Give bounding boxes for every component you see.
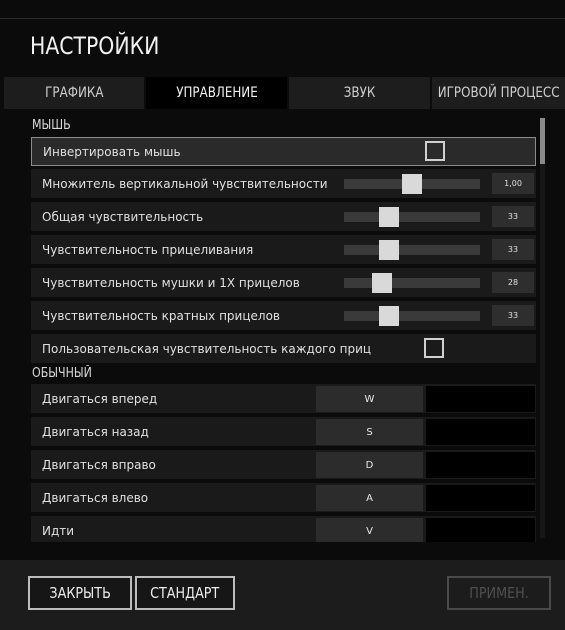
tab-controls[interactable]: УПРАВЛЕНИЕ (146, 77, 289, 109)
ironsight-sensitivity-slider[interactable] (344, 273, 480, 293)
keybind-primary[interactable]: V (316, 518, 423, 542)
keybind-primary[interactable]: W (316, 386, 423, 412)
apply-button[interactable]: ПРИМЕН. (447, 576, 551, 610)
keybind-secondary[interactable] (426, 452, 535, 478)
row-label: Двигаться вперед (42, 391, 158, 406)
button-label: СТАНДАРТ (150, 584, 220, 602)
row-label: Чувствительность кратных прицелов (42, 308, 280, 323)
custom-sensitivity-checkbox[interactable] (424, 338, 444, 358)
row-scopes-sensitivity: Чувствительность кратных прицелов 33 (31, 301, 536, 330)
aiming-sensitivity-value[interactable]: 33 (492, 239, 534, 260)
tab-label: ГРАФИКА (44, 85, 104, 101)
tab-graphics[interactable]: ГРАФИКА (4, 77, 146, 109)
row-label: Двигаться вправо (42, 457, 156, 472)
row-vertical-multiplier: Множитель вертикальной чувствительности … (31, 169, 536, 198)
scopes-sensitivity-slider[interactable] (344, 306, 480, 326)
invert-mouse-checkbox[interactable] (425, 141, 445, 161)
slider-handle[interactable] (402, 174, 422, 194)
settings-tabs: ГРАФИКА УПРАВЛЕНИЕ ЗВУК ИГРОВОЙ ПРОЦЕСС (4, 77, 565, 109)
row-move-right: Двигаться вправо D (31, 450, 536, 479)
default-button[interactable]: СТАНДАРТ (135, 576, 235, 610)
vertical-multiplier-value[interactable]: 1,00 (492, 173, 534, 194)
row-label: Идти (42, 523, 75, 538)
row-label: Общая чувствительность (42, 209, 204, 224)
tab-label: УПРАВЛЕНИЕ (175, 85, 258, 101)
row-walk: Идти V (31, 516, 536, 542)
row-label: Множитель вертикальной чувствительности (42, 176, 328, 191)
ironsight-sensitivity-value[interactable]: 28 (492, 272, 534, 293)
keybind-primary[interactable]: S (316, 419, 423, 445)
row-move-forward: Двигаться вперед W (31, 384, 536, 413)
row-general-sensitivity: Общая чувствительность 33 (31, 202, 536, 231)
row-custom-sensitivity: Пользовательская чувствительность каждог… (31, 334, 536, 363)
tab-sound[interactable]: ЗВУК (289, 77, 432, 109)
keybind-secondary[interactable] (426, 419, 535, 445)
keybind-secondary[interactable] (426, 485, 535, 511)
slider-handle[interactable] (378, 306, 399, 326)
row-label: Инвертировать мышь (43, 144, 181, 159)
row-label: Чувствительность мушки и 1X прицелов (42, 275, 300, 290)
general-sensitivity-value[interactable]: 33 (492, 206, 534, 227)
row-label: Чувствительность прицеливания (42, 242, 254, 257)
section-normal-header: ОБЫЧНЫЙ (32, 366, 92, 381)
page-title: НАСТРОЙКИ (30, 32, 160, 60)
row-label: Двигаться назад (42, 424, 149, 439)
close-button[interactable]: ЗАКРЫТЬ (28, 576, 132, 610)
vertical-multiplier-slider[interactable] (344, 174, 480, 194)
row-label: Пользовательская чувствительность каждог… (42, 341, 372, 356)
slider-handle[interactable] (378, 207, 399, 227)
keybind-primary[interactable]: D (316, 452, 423, 478)
general-sensitivity-slider[interactable] (344, 207, 480, 227)
row-invert-mouse[interactable]: Инвертировать мышь (31, 137, 536, 166)
slider-handle[interactable] (378, 240, 399, 260)
row-aiming-sensitivity: Чувствительность прицеливания 33 (31, 235, 536, 264)
slider-handle[interactable] (372, 273, 393, 293)
button-label: ЗАКРЫТЬ (49, 584, 111, 602)
keybind-secondary[interactable] (426, 518, 535, 542)
scrollbar-thumb[interactable] (540, 118, 545, 164)
row-label: Двигаться влево (42, 490, 149, 505)
tab-label: ЗВУК (343, 85, 376, 101)
keybind-primary[interactable]: A (316, 485, 423, 511)
button-label: ПРИМЕН. (469, 584, 529, 602)
panel-scrollbar[interactable] (540, 118, 545, 538)
section-mouse-header: МЫШЬ (32, 118, 71, 133)
settings-panel: МЫШЬ Инвертировать мышь Множитель вертик… (28, 116, 538, 542)
row-move-backward: Двигаться назад S (31, 417, 536, 446)
row-move-left: Двигаться влево A (31, 483, 536, 512)
top-divider (0, 18, 565, 19)
tab-gameplay[interactable]: ИГРОВОЙ ПРОЦЕСС (432, 77, 565, 109)
aiming-sensitivity-slider[interactable] (344, 240, 480, 260)
row-ironsight-sensitivity: Чувствительность мушки и 1X прицелов 28 (31, 268, 536, 297)
keybind-secondary[interactable] (426, 386, 535, 412)
scopes-sensitivity-value[interactable]: 33 (492, 305, 534, 326)
tab-label: ИГРОВОЙ ПРОЦЕСС (437, 85, 560, 101)
